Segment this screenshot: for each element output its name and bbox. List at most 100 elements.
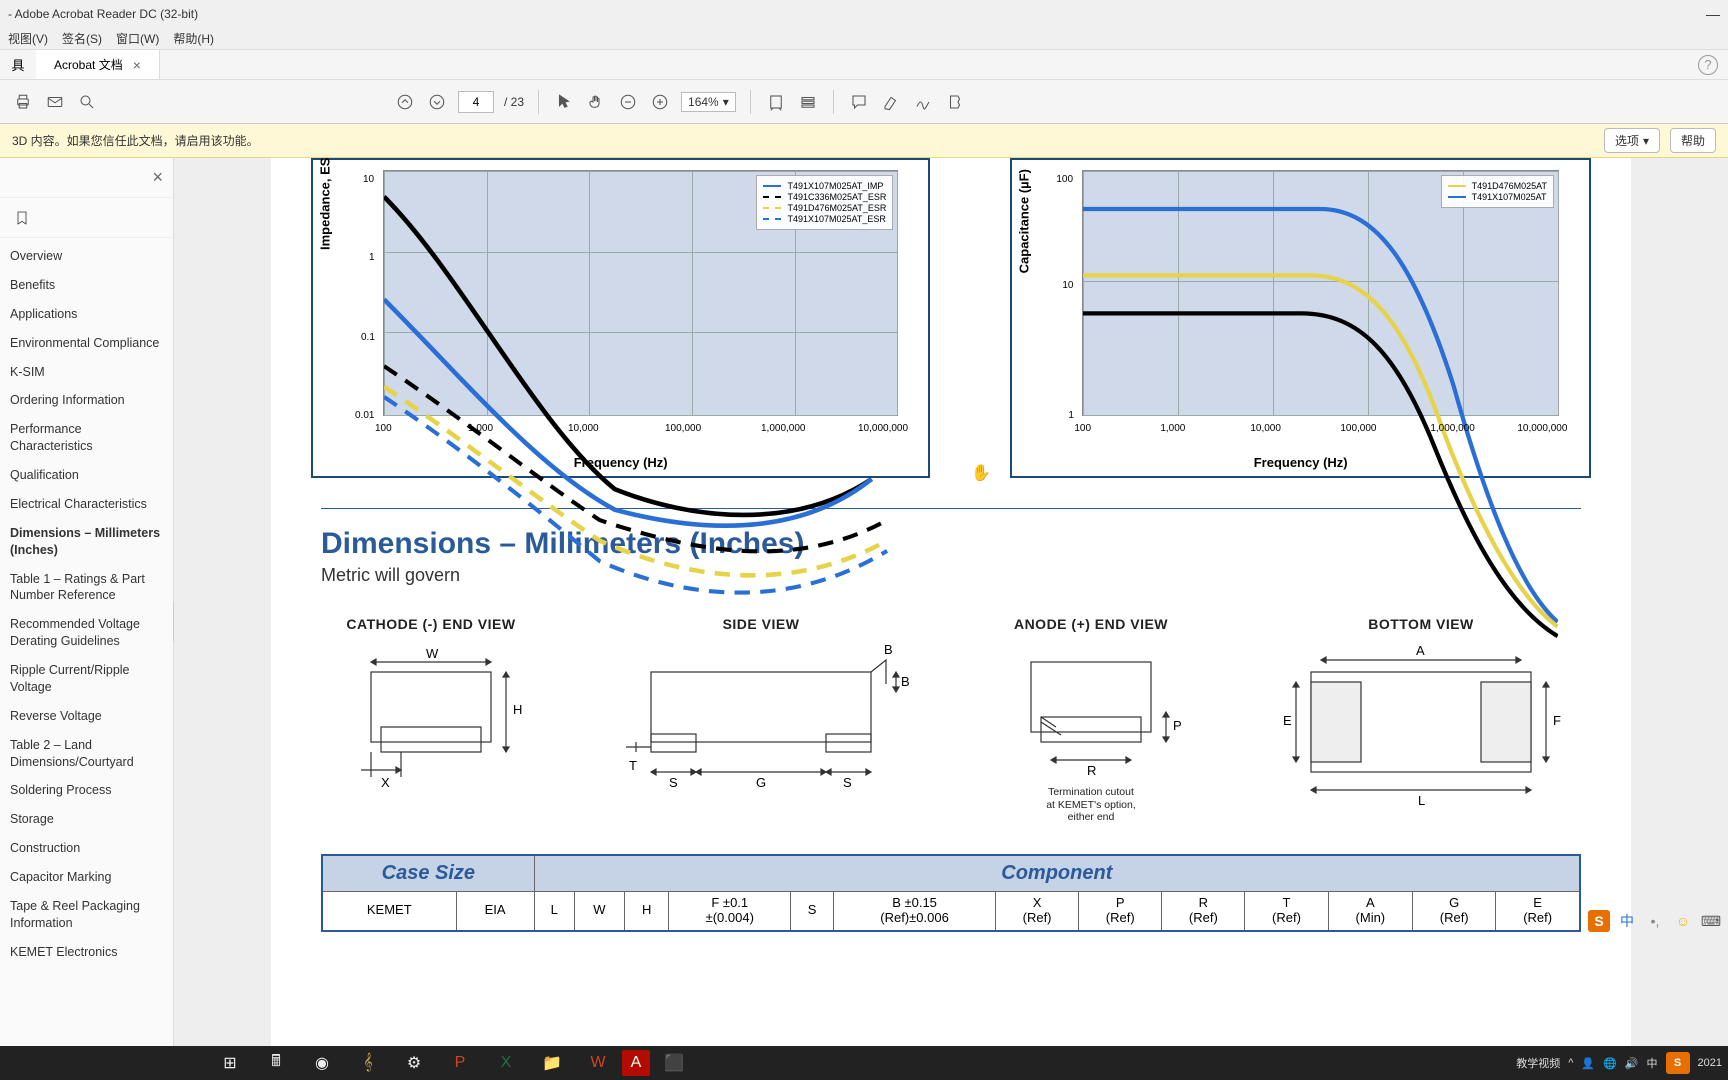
pdf-page: T491X107M025AT_IMP T491C336M025AT_ESR T4… xyxy=(271,158,1631,1046)
tab-label: Acrobat 文档 xyxy=(54,56,123,73)
x-axis-label: Frequency (Hz) xyxy=(574,455,668,470)
bookmark-icon[interactable] xyxy=(0,198,173,238)
powerpoint-icon[interactable]: P xyxy=(438,1048,482,1078)
acrobat-icon[interactable]: A xyxy=(622,1050,650,1076)
main-toolbar: / 23 164%▾ xyxy=(0,80,1728,124)
help-button[interactable]: 帮助 xyxy=(1670,128,1716,153)
app-icon[interactable]: ⬛ xyxy=(652,1048,696,1078)
impedance-chart: T491X107M025AT_IMP T491C336M025AT_ESR T4… xyxy=(311,158,930,478)
sidebar-item[interactable]: Ordering Information xyxy=(0,386,173,415)
menu-view[interactable]: 视图(V) xyxy=(8,30,48,47)
sidebar-item[interactable]: Table 2 – Land Dimensions/Courtyard xyxy=(0,731,173,777)
sidebar-item[interactable]: Overview xyxy=(0,242,173,271)
mail-icon[interactable] xyxy=(44,91,66,113)
y-axis-label: Impedance, ESR (Ohms) xyxy=(318,158,333,250)
sidebar-item[interactable]: KEMET Electronics xyxy=(0,938,173,967)
document-tab[interactable]: Acrobat 文档 × xyxy=(36,50,160,79)
calculator-icon[interactable]: 🖩 xyxy=(254,1048,298,1078)
tab-close-icon[interactable]: × xyxy=(133,57,141,73)
x-axis-label: Frequency (Hz) xyxy=(1254,455,1348,470)
explorer-icon[interactable]: 📁 xyxy=(530,1048,574,1078)
page-up-icon[interactable] xyxy=(394,91,416,113)
zoom-level-dropdown[interactable]: 164%▾ xyxy=(681,92,736,112)
anode-end-view-diagram: ANODE (+) END VIEW P R Termina xyxy=(991,616,1191,824)
table-column-header: W xyxy=(574,891,624,930)
tray-volume-icon[interactable]: 🔊 xyxy=(1625,1057,1639,1070)
search-icon[interactable] xyxy=(76,91,98,113)
tab-bar: 具 Acrobat 文档 × ? xyxy=(0,50,1728,80)
svg-text:S: S xyxy=(669,775,678,790)
pointer-icon[interactable] xyxy=(553,91,575,113)
sidebar-item[interactable]: Performance Characteristics xyxy=(0,415,173,461)
print-icon[interactable] xyxy=(12,91,34,113)
sidebar-item[interactable]: Storage xyxy=(0,805,173,834)
sidebar-item[interactable]: Capacitor Marking xyxy=(0,863,173,892)
sidebar-item[interactable]: Electrical Characteristics xyxy=(0,490,173,519)
svg-text:G: G xyxy=(756,775,766,790)
excel-icon[interactable]: X xyxy=(484,1048,528,1078)
sogou-ime-icon: S xyxy=(1588,910,1610,932)
tools-tab[interactable]: 具 xyxy=(0,49,36,80)
sidebar-item[interactable]: Applications xyxy=(0,300,173,329)
tray-chevron-icon[interactable]: ^ xyxy=(1568,1057,1573,1069)
menu-sign[interactable]: 签名(S) xyxy=(62,30,102,47)
options-button[interactable]: 选项▾ xyxy=(1604,128,1660,153)
windows-taskbar[interactable]: ⊞ 🖩 ◉ 𝄞 ⚙ P X 📁 W A ⬛ 教学视频 ^ 👤 🌐 🔊 中 S 2… xyxy=(0,1046,1728,1080)
hand-icon[interactable] xyxy=(585,91,607,113)
fit-width-icon[interactable] xyxy=(765,91,787,113)
svg-text:X: X xyxy=(381,775,390,790)
svg-text:R: R xyxy=(1087,763,1096,778)
tray-ime-label[interactable]: 中 xyxy=(1647,1055,1658,1071)
dimensions-table: Case Size Component KEMETEIALWHF ±0.1±(0… xyxy=(321,854,1581,932)
sidebar-item[interactable]: Benefits xyxy=(0,271,173,300)
tray-wifi-icon[interactable]: 🌐 xyxy=(1603,1057,1617,1070)
tray-people-icon[interactable]: 👤 xyxy=(1581,1057,1595,1070)
table-header-component: Component xyxy=(534,855,1580,892)
zoom-out-icon[interactable] xyxy=(617,91,639,113)
sidebar-item[interactable]: Recommended Voltage Derating Guidelines xyxy=(0,610,173,656)
wps-icon[interactable]: W xyxy=(576,1048,620,1078)
sidebar-item[interactable]: Table 1 – Ratings & Part Number Referenc… xyxy=(0,565,173,611)
table-column-header: S xyxy=(791,891,834,930)
menu-window[interactable]: 窗口(W) xyxy=(116,30,159,47)
sidebar-item[interactable]: Dimensions – Millimeters (Inches) xyxy=(0,519,173,565)
table-column-header: EIA xyxy=(456,891,534,930)
sidebar-item[interactable]: Ripple Current/Ripple Voltage xyxy=(0,656,173,702)
ime-float-bar[interactable]: S 中 •, ☺ ⌨ xyxy=(1588,910,1722,932)
sogou-tray-icon[interactable]: S xyxy=(1666,1052,1690,1074)
sidebar-item[interactable]: Environmental Compliance xyxy=(0,329,173,358)
sidebar-item[interactable]: Construction xyxy=(0,834,173,863)
scroll-mode-icon[interactable] xyxy=(797,91,819,113)
highlight-icon[interactable] xyxy=(880,91,902,113)
app-icon[interactable]: 𝄞 xyxy=(346,1048,390,1078)
stamp-icon[interactable] xyxy=(944,91,966,113)
sidebar-close-icon[interactable]: × xyxy=(152,167,163,188)
table-column-header: P(Ref) xyxy=(1079,891,1162,930)
menu-help[interactable]: 帮助(H) xyxy=(173,30,214,47)
chrome-icon[interactable]: ◉ xyxy=(300,1048,344,1078)
bookmark-list[interactable]: OverviewBenefitsApplicationsEnvironmenta… xyxy=(0,238,173,1046)
svg-text:L: L xyxy=(1418,793,1425,808)
document-viewport[interactable]: T491X107M025AT_IMP T491C336M025AT_ESR T4… xyxy=(174,158,1728,1046)
minimize-button[interactable]: — xyxy=(1706,6,1720,22)
sidebar-item[interactable]: Reverse Voltage xyxy=(0,702,173,731)
sign-icon[interactable] xyxy=(912,91,934,113)
page-number-input[interactable] xyxy=(458,91,494,113)
app-icon[interactable]: ⚙ xyxy=(392,1048,436,1078)
table-column-header: T(Ref) xyxy=(1245,891,1328,930)
zoom-in-icon[interactable] xyxy=(649,91,671,113)
security-infobar: 3D 内容。如果您信任此文档，请启用该功能。 选项▾ 帮助 xyxy=(0,124,1728,158)
bookmarks-sidebar: × OverviewBenefitsApplicationsEnvironmen… xyxy=(0,158,174,1046)
svg-text:B: B xyxy=(901,674,910,689)
comment-icon[interactable] xyxy=(848,91,870,113)
sidebar-item[interactable]: Soldering Process xyxy=(0,776,173,805)
help-icon[interactable]: ? xyxy=(1698,55,1718,75)
page-down-icon[interactable] xyxy=(426,91,448,113)
sidebar-item[interactable]: Tape & Reel Packaging Information xyxy=(0,892,173,938)
table-column-header: H xyxy=(624,891,668,930)
sidebar-item[interactable]: Qualification xyxy=(0,461,173,490)
tray-label[interactable]: 教学视频 xyxy=(1516,1055,1560,1071)
task-view-icon[interactable]: ⊞ xyxy=(208,1048,252,1078)
bottom-view-diagram: BOTTOM VIEW A E F xyxy=(1271,616,1571,824)
sidebar-item[interactable]: K-SIM xyxy=(0,358,173,387)
